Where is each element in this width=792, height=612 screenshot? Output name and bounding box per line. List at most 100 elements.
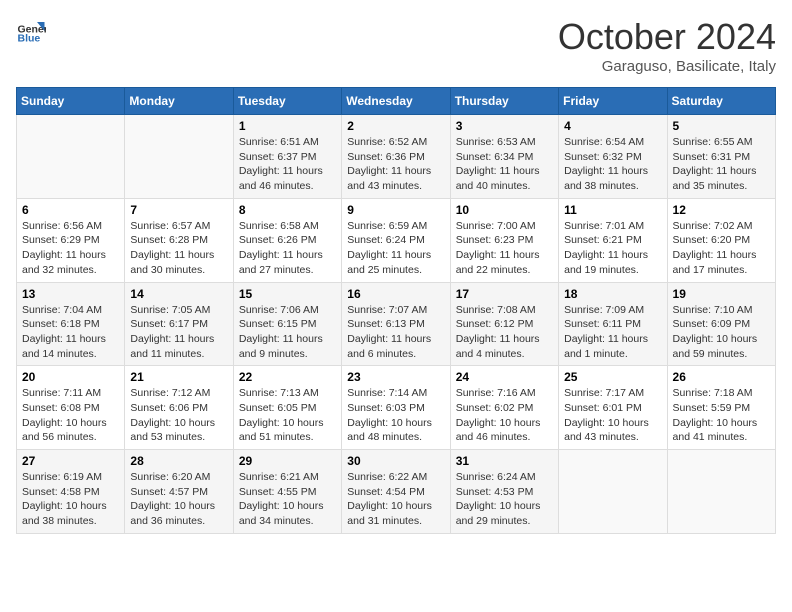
weekday-header: Thursday [450,88,558,115]
day-info: Sunrise: 6:55 AM Sunset: 6:31 PM Dayligh… [673,135,770,194]
day-info: Sunrise: 7:16 AM Sunset: 6:02 PM Dayligh… [456,386,553,445]
day-number: 27 [22,454,119,468]
weekday-header: Monday [125,88,233,115]
calendar-cell: 3Sunrise: 6:53 AM Sunset: 6:34 PM Daylig… [450,115,558,199]
day-number: 22 [239,370,336,384]
day-info: Sunrise: 6:59 AM Sunset: 6:24 PM Dayligh… [347,219,444,278]
calendar-week-row: 13Sunrise: 7:04 AM Sunset: 6:18 PM Dayli… [17,282,776,366]
weekday-header: Friday [559,88,667,115]
calendar-cell: 21 Sunrise: 7:12 AM Sunset: 6:06 PM Dayli… [125,366,233,450]
day-info: Sunrise: 6:20 AM Sunset: 4:57 PM Dayligh… [130,470,227,529]
weekday-header: Wednesday [342,88,450,115]
day-info: Sunrise: 7:06 AM Sunset: 6:15 PM Dayligh… [239,303,336,362]
svg-text:Blue: Blue [18,33,41,45]
calendar-cell: 20Sunrise: 7:11 AM Sunset: 6:08 PM Dayli… [17,366,125,450]
calendar-cell [667,450,775,534]
day-info: Sunrise: 6:57 AM Sunset: 6:28 PM Dayligh… [130,219,227,278]
day-number: 2 [347,119,444,133]
calendar-cell [125,115,233,199]
day-number: 5 [673,119,770,133]
day-info: Sunrise: 7:07 AM Sunset: 6:13 PM Dayligh… [347,303,444,362]
calendar-table: SundayMondayTuesdayWednesdayThursdayFrid… [16,87,776,534]
calendar-header-row: SundayMondayTuesdayWednesdayThursdayFrid… [17,88,776,115]
day-info: Sunrise: 7:14 AM Sunset: 6:03 PM Dayligh… [347,386,444,445]
day-number: 21 [130,370,227,384]
day-number: 26 [673,370,770,384]
day-info: Sunrise: 7:01 AM Sunset: 6:21 PM Dayligh… [564,219,661,278]
day-info: Sunrise: 6:52 AM Sunset: 6:36 PM Dayligh… [347,135,444,194]
day-info: Sunrise: 7:12 AM Sunset: 6:06 PM Dayligh… [130,386,227,445]
day-info: Sunrise: 6:21 AM Sunset: 4:55 PM Dayligh… [239,470,336,529]
calendar-week-row: 27 Sunrise: 6:19 AM Sunset: 4:58 PM Dayli… [17,450,776,534]
day-info: Sunrise: 7:17 AM Sunset: 6:01 PM Dayligh… [564,386,661,445]
day-number: 23 [347,370,444,384]
day-info: Sunrise: 7:10 AM Sunset: 6:09 PM Dayligh… [673,303,770,362]
calendar-cell: 29 Sunrise: 6:21 AM Sunset: 4:55 PM Dayli… [233,450,341,534]
month-title: October 2024 [558,16,776,58]
day-info: Sunrise: 6:56 AM Sunset: 6:29 PM Dayligh… [22,219,119,278]
calendar-cell: 17 Sunrise: 7:08 AM Sunset: 6:12 PM Dayli… [450,282,558,366]
day-info: Sunrise: 6:58 AM Sunset: 6:26 PM Dayligh… [239,219,336,278]
day-number: 3 [456,119,553,133]
day-info: Sunrise: 6:19 AM Sunset: 4:58 PM Dayligh… [22,470,119,529]
calendar-cell: 19 Sunrise: 7:10 AM Sunset: 6:09 PM Dayli… [667,282,775,366]
day-number: 31 [456,454,553,468]
calendar-cell: 30Sunrise: 6:22 AM Sunset: 4:54 PM Dayli… [342,450,450,534]
day-number: 7 [130,203,227,217]
calendar-cell: 18Sunrise: 7:09 AM Sunset: 6:11 PM Dayli… [559,282,667,366]
calendar-cell: 12 Sunrise: 7:02 AM Sunset: 6:20 PM Dayli… [667,198,775,282]
calendar-cell: 25Sunrise: 7:17 AM Sunset: 6:01 PM Dayli… [559,366,667,450]
day-info: Sunrise: 7:18 AM Sunset: 5:59 PM Dayligh… [673,386,770,445]
calendar-cell: 27 Sunrise: 6:19 AM Sunset: 4:58 PM Dayli… [17,450,125,534]
calendar-week-row: 6Sunrise: 6:56 AM Sunset: 6:29 PM Daylig… [17,198,776,282]
calendar-cell: 24 Sunrise: 7:16 AM Sunset: 6:02 PM Dayli… [450,366,558,450]
weekday-header: Tuesday [233,88,341,115]
calendar-cell: 10 Sunrise: 7:00 AM Sunset: 6:23 PM Dayli… [450,198,558,282]
calendar-cell: 23 Sunrise: 7:14 AM Sunset: 6:03 PM Dayli… [342,366,450,450]
page-header: General Blue October 2024 Garaguso, Basi… [16,16,776,75]
day-info: Sunrise: 6:51 AM Sunset: 6:37 PM Dayligh… [239,135,336,194]
day-info: Sunrise: 7:11 AM Sunset: 6:08 PM Dayligh… [22,386,119,445]
day-number: 9 [347,203,444,217]
calendar-cell: 22 Sunrise: 7:13 AM Sunset: 6:05 PM Dayli… [233,366,341,450]
calendar-cell: 8 Sunrise: 6:58 AM Sunset: 6:26 PM Daylig… [233,198,341,282]
day-number: 24 [456,370,553,384]
day-number: 29 [239,454,336,468]
day-info: Sunrise: 7:04 AM Sunset: 6:18 PM Dayligh… [22,303,119,362]
day-info: Sunrise: 7:02 AM Sunset: 6:20 PM Dayligh… [673,219,770,278]
title-area: October 2024 Garaguso, Basilicate, Italy [558,16,776,75]
calendar-cell: 9 Sunrise: 6:59 AM Sunset: 6:24 PM Daylig… [342,198,450,282]
calendar-cell: 28Sunrise: 6:20 AM Sunset: 4:57 PM Dayli… [125,450,233,534]
calendar-cell: 13Sunrise: 7:04 AM Sunset: 6:18 PM Dayli… [17,282,125,366]
calendar-cell: 7 Sunrise: 6:57 AM Sunset: 6:28 PM Daylig… [125,198,233,282]
calendar-cell: 31Sunrise: 6:24 AM Sunset: 4:53 PM Dayli… [450,450,558,534]
logo: General Blue [16,16,46,46]
day-info: Sunrise: 6:22 AM Sunset: 4:54 PM Dayligh… [347,470,444,529]
calendar-cell: 6Sunrise: 6:56 AM Sunset: 6:29 PM Daylig… [17,198,125,282]
day-number: 14 [130,287,227,301]
day-info: Sunrise: 7:00 AM Sunset: 6:23 PM Dayligh… [456,219,553,278]
calendar-cell: 11 Sunrise: 7:01 AM Sunset: 6:21 PM Dayli… [559,198,667,282]
day-number: 16 [347,287,444,301]
day-number: 19 [673,287,770,301]
day-number: 10 [456,203,553,217]
day-info: Sunrise: 6:54 AM Sunset: 6:32 PM Dayligh… [564,135,661,194]
calendar-week-row: 1 Sunrise: 6:51 AM Sunset: 6:37 PM Daylig… [17,115,776,199]
calendar-week-row: 20Sunrise: 7:11 AM Sunset: 6:08 PM Dayli… [17,366,776,450]
day-info: Sunrise: 7:05 AM Sunset: 6:17 PM Dayligh… [130,303,227,362]
calendar-cell [559,450,667,534]
day-number: 8 [239,203,336,217]
day-number: 15 [239,287,336,301]
weekday-header: Saturday [667,88,775,115]
day-number: 12 [673,203,770,217]
calendar-cell: 16 Sunrise: 7:07 AM Sunset: 6:13 PM Dayli… [342,282,450,366]
day-number: 17 [456,287,553,301]
calendar-cell: 26 Sunrise: 7:18 AM Sunset: 5:59 PM Dayli… [667,366,775,450]
day-info: Sunrise: 7:13 AM Sunset: 6:05 PM Dayligh… [239,386,336,445]
day-number: 11 [564,203,661,217]
logo-icon: General Blue [16,16,46,46]
day-number: 1 [239,119,336,133]
calendar-cell [17,115,125,199]
day-info: Sunrise: 7:08 AM Sunset: 6:12 PM Dayligh… [456,303,553,362]
day-number: 18 [564,287,661,301]
